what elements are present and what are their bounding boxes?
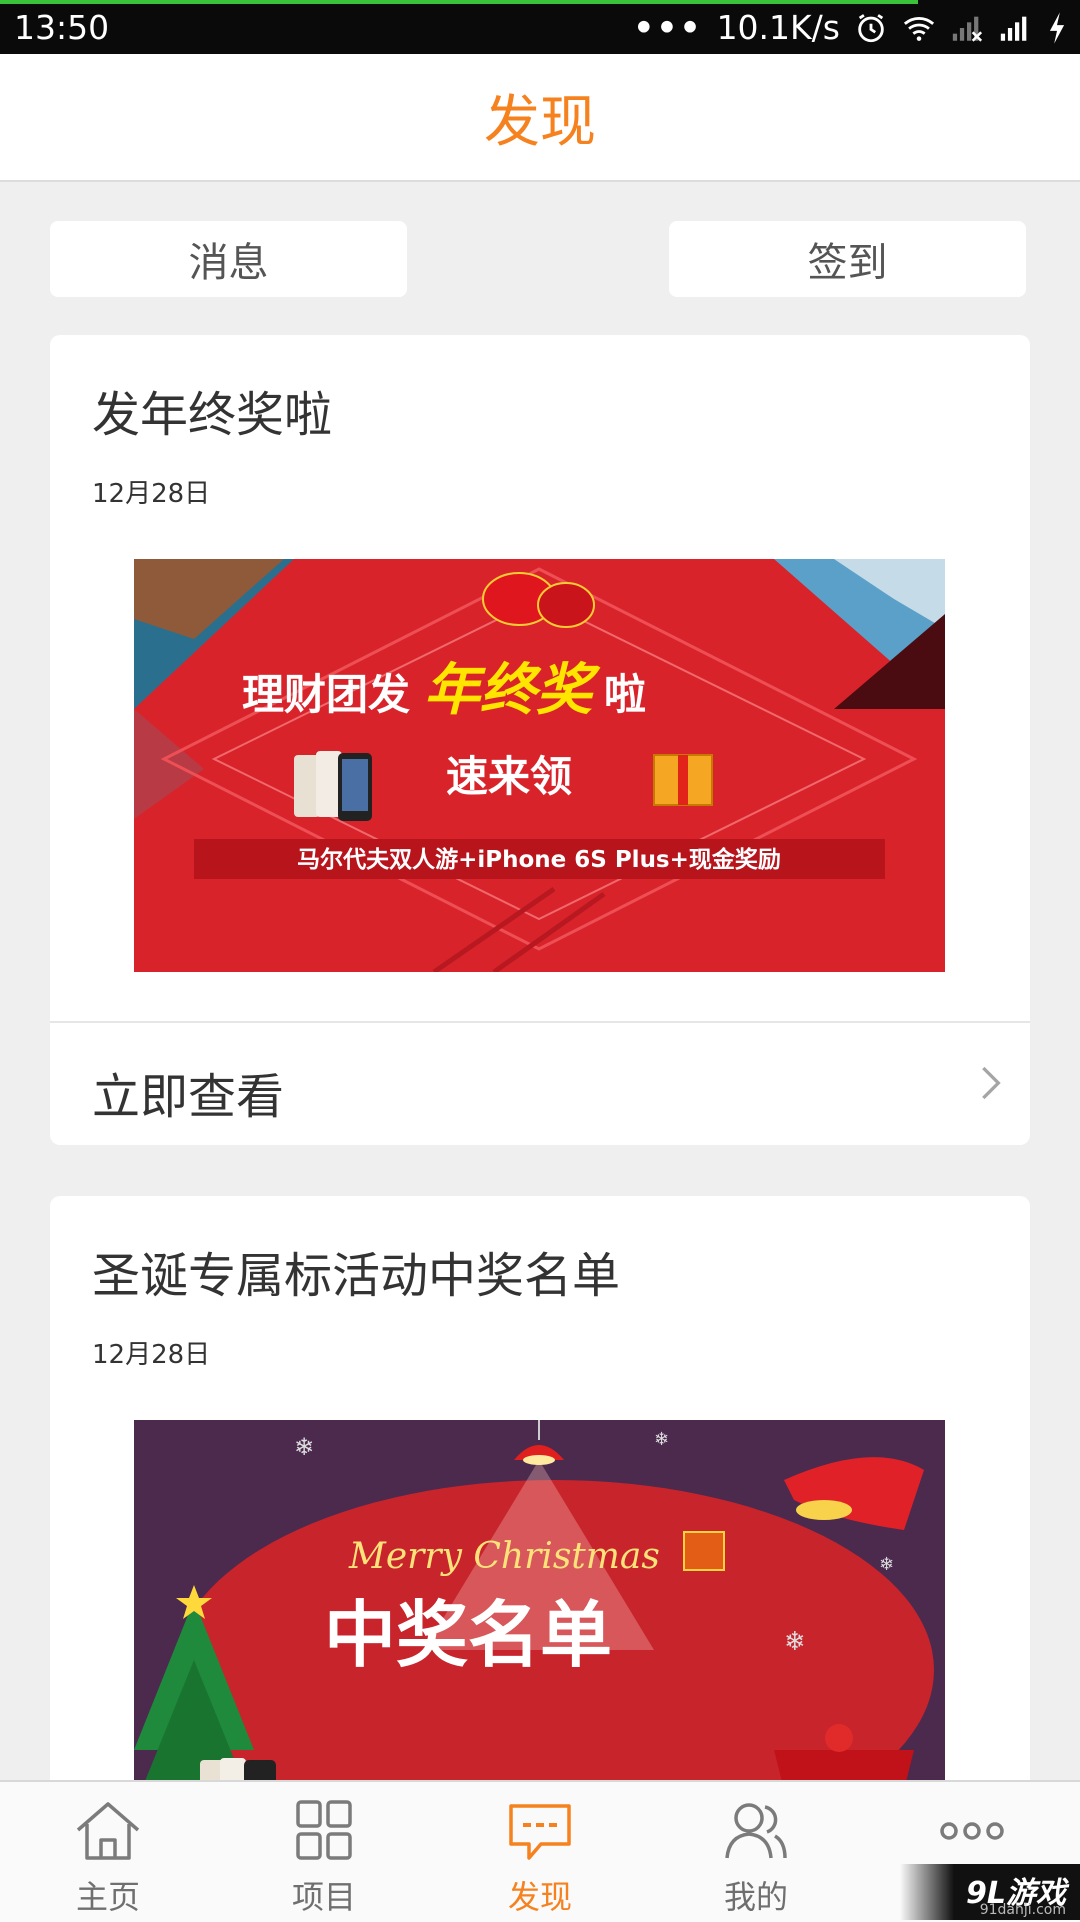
watermark-site: 91danji.com	[979, 1902, 1066, 1918]
net-speed: 10.1K/s	[716, 8, 840, 47]
header-bar: 发现	[0, 54, 1080, 182]
page-title: 发现	[484, 89, 596, 155]
post-card[interactable]: 发年终奖啦 12月28日 理财团发 年终奖 啦 速来领 马尔代夫双人游+iPho…	[50, 335, 1030, 1145]
status-bar: 13:50 ••• 10.1K/s	[0, 0, 1080, 54]
watermark: 9L游戏 91danji.com	[900, 1864, 1080, 1920]
tab-discover[interactable]: 发现	[432, 1782, 648, 1922]
tab-mine[interactable]: 我的	[648, 1782, 864, 1922]
gift-box-icon	[683, 1531, 725, 1571]
sign-in-button-label: 签到	[807, 240, 888, 286]
christmas-winners-banner: Merry Christmas 中奖名单 ❄ ❄ ❄ ❄	[134, 1420, 945, 1796]
svg-text:❄: ❄	[879, 1554, 894, 1575]
view-now-row[interactable]: 立即查看	[50, 1023, 1030, 1145]
banner-line1-a: 理财团发	[242, 670, 410, 719]
banner-line1: Merry Christmas	[348, 1536, 660, 1577]
alarm-icon	[858, 13, 884, 42]
year-end-bonus-banner: 理财团发 年终奖 啦 速来领 马尔代夫双人游+iPhone 6S Plus+现金…	[134, 559, 945, 972]
banner-line2: 中奖名单	[324, 1593, 612, 1677]
users-icon	[725, 1803, 787, 1859]
post-title: 发年终奖啦	[92, 387, 333, 443]
status-time: 13:50	[14, 8, 110, 47]
home-icon	[76, 1802, 140, 1860]
gift-box-icon	[653, 754, 713, 806]
banner-line2: 速来领	[446, 752, 572, 801]
banner-line1-b: 年终奖	[424, 657, 601, 723]
post-card[interactable]: 圣诞专属标活动中奖名单 12月28日 Merry Christmas 中奖名单 …	[50, 1196, 1030, 1796]
post-date: 12月28日	[92, 479, 211, 509]
messages-button[interactable]: 消息	[50, 221, 407, 297]
post-title: 圣诞专属标活动中奖名单	[92, 1248, 621, 1304]
tab-mine-label: 我的	[723, 1878, 788, 1916]
wifi-icon	[903, 16, 935, 41]
chevron-right-icon	[982, 1066, 1001, 1100]
status-icons: ••• 10.1K/s	[633, 8, 1068, 47]
tab-projects[interactable]: 项目	[216, 1782, 432, 1922]
svg-text:❄: ❄	[654, 1429, 669, 1450]
tab-discover-label: 发现	[507, 1878, 572, 1916]
banner-line3: 马尔代夫双人游+iPhone 6S Plus+现金奖励	[297, 846, 781, 873]
signal-icon	[1000, 16, 1027, 41]
tab-projects-label: 项目	[291, 1878, 356, 1916]
grid-icon	[296, 1800, 352, 1860]
charging-icon	[1049, 11, 1065, 44]
svg-text:❄: ❄	[294, 1433, 314, 1461]
sign-in-button[interactable]: 签到	[669, 221, 1026, 297]
more-icon	[940, 1822, 1004, 1840]
chat-icon	[509, 1804, 571, 1860]
more-notifications-icon: •••	[633, 8, 703, 47]
tab-home[interactable]: 主页	[0, 1782, 216, 1922]
download-progress-bar	[0, 0, 918, 4]
post-banner-image[interactable]: Merry Christmas 中奖名单 ❄ ❄ ❄ ❄	[134, 1420, 945, 1796]
banner-line1-c: 啦	[604, 670, 646, 719]
post-date: 12月28日	[92, 1340, 211, 1370]
svg-text:❄: ❄	[784, 1627, 806, 1657]
signal-no-sim-icon	[952, 16, 983, 42]
messages-button-label: 消息	[188, 240, 269, 286]
view-now-label: 立即查看	[92, 1069, 285, 1125]
phones-image	[294, 751, 372, 821]
post-banner-image[interactable]: 理财团发 年终奖 啦 速来领 马尔代夫双人游+iPhone 6S Plus+现金…	[134, 559, 945, 972]
tab-home-label: 主页	[75, 1878, 140, 1916]
